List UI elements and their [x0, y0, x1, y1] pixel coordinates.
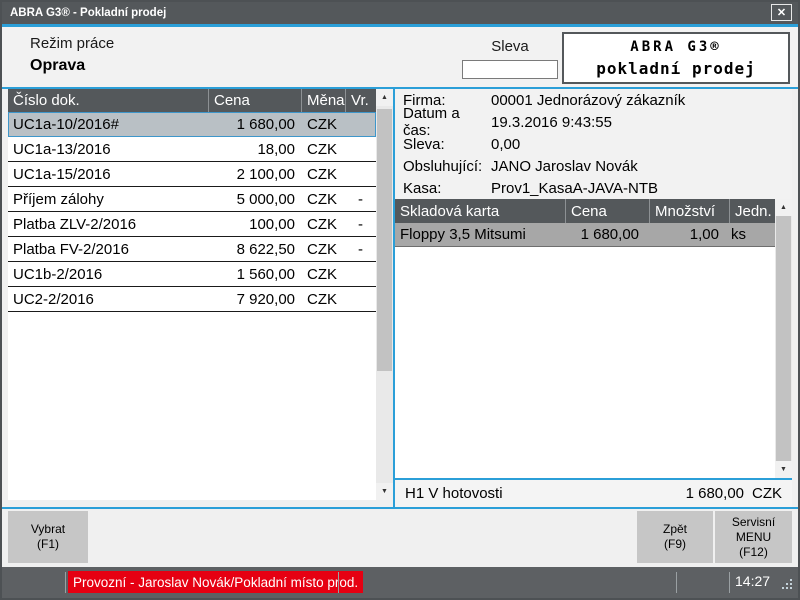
table-row[interactable]: Platba FV-2/2016 8 622,50 CZK - — [8, 237, 376, 262]
documents-scrollbar[interactable]: ▲ ▼ — [376, 89, 393, 500]
items-table-body: Floppy 3,5 Mitsumi 1 680,00 1,00 ks — [395, 223, 775, 478]
clock: 14:27 — [735, 573, 770, 589]
info-row-obsluhujici: Obsluhující: JANO Jaroslav Novák — [395, 155, 792, 177]
document-info: Firma: 00001 Jednorázový zákazník Datum … — [395, 89, 792, 199]
table-row[interactable]: Příjem zálohy 5 000,00 CZK - — [8, 187, 376, 212]
scroll-up-icon[interactable]: ▲ — [775, 199, 792, 216]
brand-line2: pokladní prodej — [564, 59, 788, 78]
col-doc-number: Číslo dok. — [8, 89, 208, 112]
col-price: Cena — [208, 89, 301, 112]
service-menu-button[interactable]: Servisní MENU (F12) — [715, 511, 792, 563]
mode-header: Režim práce Oprava Sleva ABRA G3® poklad… — [2, 27, 798, 89]
status-bar: Provozní - Jaroslav Novák/Pokladní místo… — [2, 567, 798, 598]
scroll-down-icon[interactable]: ▼ — [775, 461, 792, 478]
info-row-datum: Datum a čas: 19.3.2016 9:43:55 — [395, 111, 792, 133]
table-row[interactable]: UC1b-2/2016 1 560,00 CZK — [8, 262, 376, 287]
col-stock-card: Skladová karta — [395, 199, 565, 223]
col-vr: Vr. — [345, 89, 376, 112]
brand-line1: ABRA G3® — [564, 39, 788, 55]
list-item[interactable]: Floppy 3,5 Mitsumi 1 680,00 1,00 ks — [395, 223, 775, 247]
status-badge: Provozní - Jaroslav Novák/Pokladní místo… — [68, 571, 363, 593]
documents-panel: Číslo dok. Cena Měna Vr. UC1a-10/2016# 1… — [8, 89, 393, 500]
back-button[interactable]: Zpět (F9) — [637, 511, 713, 563]
info-row-sleva: Sleva: 0,00 — [395, 133, 792, 155]
table-row[interactable]: UC2-2/2016 7 920,00 CZK — [8, 287, 376, 312]
resize-grip-icon[interactable] — [781, 579, 793, 591]
mode-value: Oprava — [30, 57, 85, 75]
documents-table-header: Číslo dok. Cena Měna Vr. — [8, 89, 393, 112]
brand-box: ABRA G3® pokladní prodej — [562, 32, 790, 84]
items-table-header: Skladová karta Cena Množství Jedn. — [395, 199, 792, 223]
info-row-kasa: Kasa: Prov1_KasaA-JAVA-NTB — [395, 177, 792, 199]
scroll-down-icon[interactable]: ▼ — [376, 483, 393, 500]
close-icon[interactable]: ✕ — [771, 4, 792, 21]
mode-label: Režim práce — [30, 35, 114, 52]
select-button[interactable]: Vybrat (F1) — [8, 511, 88, 563]
discount-label: Sleva — [462, 38, 558, 55]
window-title: ABRA G3® - Pokladní prodej — [10, 7, 166, 19]
scrollbar-thumb[interactable] — [776, 216, 791, 461]
scroll-up-icon[interactable]: ▲ — [376, 89, 393, 106]
documents-table-body: UC1a-10/2016# 1 680,00 CZK UC1a-13/2016 … — [8, 112, 376, 500]
button-bar: Vybrat (F1) Zpět (F9) Servisní MENU (F12… — [2, 509, 798, 565]
total-amount: 1 680,00 — [686, 485, 752, 502]
title-bar: ABRA G3® - Pokladní prodej ✕ — [2, 2, 798, 24]
table-row[interactable]: Platba ZLV-2/2016 100,00 CZK - — [8, 212, 376, 237]
detail-panel: Firma: 00001 Jednorázový zákazník Datum … — [393, 89, 792, 507]
payment-total-row: H1 V hotovosti 1 680,00 CZK — [395, 478, 792, 507]
col-currency: Měna — [301, 89, 345, 112]
col-unit: Jedn. — [729, 199, 775, 223]
pos-window: ABRA G3® - Pokladní prodej ✕ Režim práce… — [0, 0, 800, 600]
col-quantity: Množství — [649, 199, 729, 223]
items-scrollbar[interactable]: ▲ ▼ — [775, 199, 792, 478]
table-row[interactable]: UC1a-13/2016 18,00 CZK — [8, 137, 376, 162]
payment-method: H1 V hotovosti — [395, 485, 686, 502]
total-currency: CZK — [752, 485, 792, 502]
table-row[interactable]: UC1a-10/2016# 1 680,00 CZK — [8, 112, 376, 137]
table-row[interactable]: UC1a-15/2016 2 100,00 CZK — [8, 162, 376, 187]
discount-input[interactable] — [462, 60, 558, 79]
col-item-price: Cena — [565, 199, 649, 223]
scrollbar-thumb[interactable] — [377, 109, 392, 371]
